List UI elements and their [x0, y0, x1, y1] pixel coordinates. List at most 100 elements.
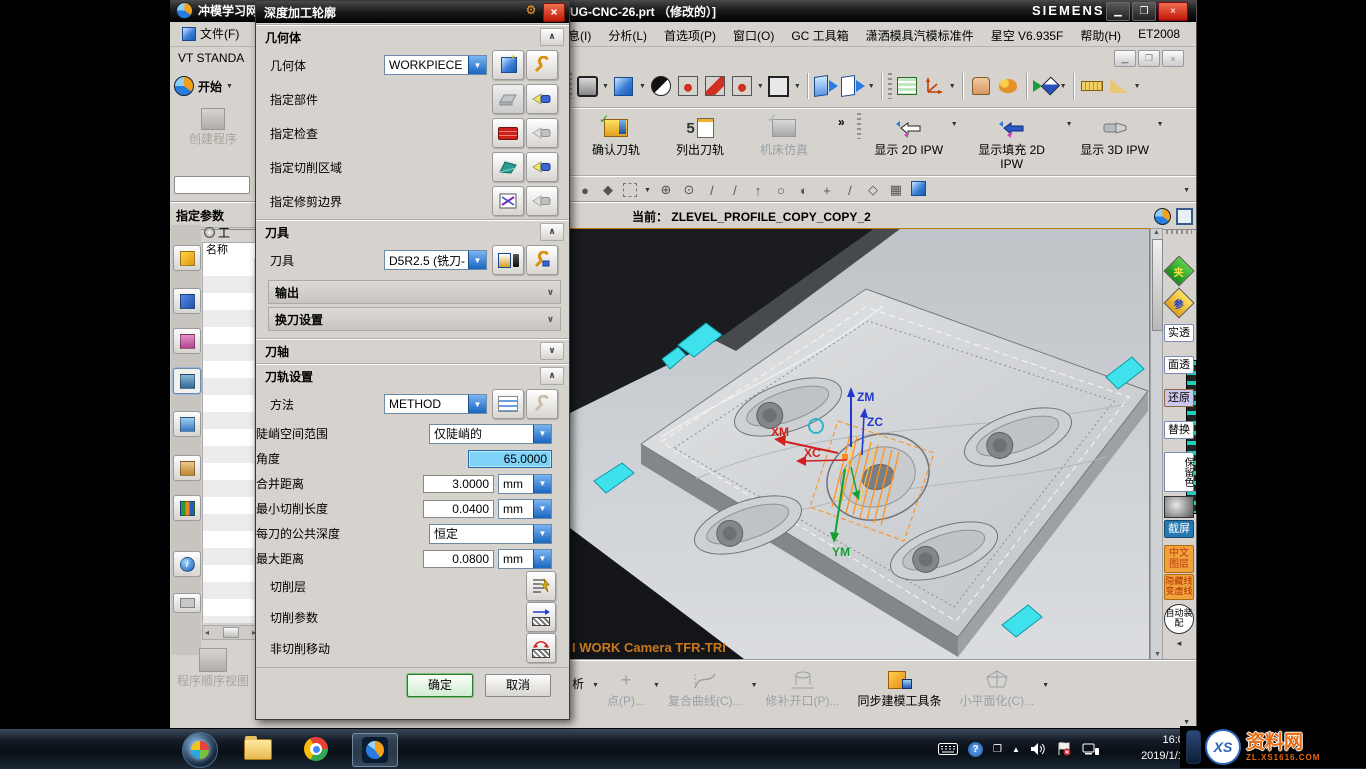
cut-params-button[interactable] [526, 602, 556, 632]
keyboard-language-icon[interactable] [938, 743, 958, 755]
move-object-icon[interactable] [969, 74, 993, 98]
edit-tool-wrench-button[interactable] [526, 245, 558, 275]
max-distance-unit-select[interactable]: mm▼ [498, 549, 552, 569]
dropdown-arrow-icon[interactable]: ▼ [1183, 187, 1190, 194]
display-mode-icon[interactable] [575, 74, 599, 98]
check-geometry-icon[interactable] [492, 118, 524, 148]
keep-color-button[interactable]: 保留色 [1164, 452, 1194, 492]
toolbar-grip[interactable] [888, 73, 892, 99]
solid-translucent-button[interactable]: 实透 [1164, 324, 1194, 342]
min-cut-unit-select[interactable]: mm▼ [498, 499, 552, 519]
dropdown-arrow-icon[interactable]: ▼ [751, 682, 758, 689]
hidden-edge-icon[interactable] [730, 74, 754, 98]
tool-axis-section-header[interactable]: 刀轴 ∨ [256, 339, 569, 362]
dropdown-arrow-icon[interactable]: ▼ [1157, 121, 1164, 128]
nx-status-icon[interactable] [1154, 208, 1171, 225]
collapse-icon[interactable]: ∧ [540, 28, 564, 46]
dialog-titlebar[interactable]: 深度加工轮廓 ⚙ × [256, 1, 569, 23]
reuse-library-icon[interactable] [173, 455, 201, 481]
output-subsection[interactable]: 输出 ∨ [268, 280, 561, 304]
dialog-settings-gear-icon[interactable]: ⚙ [521, 3, 541, 20]
clamp-tool-icon[interactable]: 夹 [1164, 260, 1194, 282]
dropdown-arrow-icon[interactable]: ▼ [1042, 682, 1049, 689]
quick-search-input[interactable] [174, 176, 250, 194]
merge-distance-field[interactable]: 3.0000 [423, 475, 494, 493]
help-tray-icon[interactable]: ? [968, 742, 983, 757]
cut-levels-button[interactable] [526, 571, 556, 601]
clip-section-icon[interactable] [814, 74, 838, 98]
window-tile-icon[interactable] [1176, 208, 1193, 225]
web-browser-icon[interactable]: i [173, 551, 201, 577]
operation-navigator-icon[interactable] [173, 368, 201, 394]
dropdown-arrow-icon[interactable]: ▼ [533, 475, 551, 493]
replace-button[interactable]: 替换 [1164, 421, 1194, 439]
network-icon[interactable] [1082, 742, 1100, 756]
layer-settings-icon[interactable] [895, 74, 919, 98]
max-distance-field[interactable]: 0.0800 [423, 550, 494, 568]
horizontal-scrollbar[interactable]: ◂ ▸ [202, 625, 259, 640]
cancel-button[interactable]: 取消 [485, 674, 551, 697]
dropdown-arrow-icon[interactable]: ▼ [468, 56, 486, 74]
sidebar-grip[interactable] [1164, 230, 1194, 234]
restore-tray-icon[interactable]: ❐ [993, 744, 1002, 755]
dropdown-arrow-icon[interactable]: ▼ [533, 525, 551, 543]
menu-preferences[interactable]: 首选项(P) [664, 27, 716, 44]
hidden-line-dashed-button[interactable]: 隐藏线变虚线 [1164, 574, 1194, 600]
expand-icon[interactable]: ∨ [547, 314, 554, 325]
geometry-select[interactable]: WORKPIECE ▼ [384, 55, 487, 75]
explorer-taskbar-button[interactable] [236, 733, 280, 765]
toolbar-grip[interactable] [857, 113, 861, 139]
expand-icon[interactable]: ∨ [547, 287, 554, 298]
history-palette-icon[interactable] [173, 593, 201, 613]
close-icon[interactable]: × [1158, 2, 1188, 21]
depth-per-cut-select[interactable]: 恒定 ▼ [429, 524, 552, 544]
nx-taskbar-button[interactable] [352, 733, 398, 767]
snap-point-icon[interactable]: ⊕ [658, 182, 674, 198]
child-minimize-icon[interactable]: ▁ [1114, 50, 1136, 67]
select-cut-area-flashlight-icon[interactable] [526, 152, 558, 182]
restore-icon[interactable]: ❐ [1132, 2, 1156, 21]
model-view[interactable]: ZM ZC XM XC YM I WORK Camera TFR-TRI [566, 229, 1149, 659]
collapse-arrow-icon[interactable]: ◂ [1164, 638, 1194, 649]
dropdown-arrow-icon[interactable]: ▼ [1060, 83, 1067, 90]
snap-intersection-icon[interactable]: + [819, 183, 835, 198]
snap-arc-icon[interactable]: ↑ [750, 183, 766, 198]
part-navigator-icon[interactable] [173, 328, 201, 354]
menu-help[interactable]: 帮助(H) [1080, 27, 1121, 44]
menu-window[interactable]: 窗口(O) [733, 27, 774, 44]
new-tool-button[interactable] [492, 245, 524, 275]
measure-distance-icon[interactable] [1080, 74, 1104, 98]
section-view-icon[interactable] [703, 74, 727, 98]
snap-face2-icon[interactable]: ◇ [865, 182, 881, 198]
snap-quadrant-icon[interactable]: ◐ [796, 183, 812, 198]
taskbar-clock[interactable]: 16:09 2019/1/16 [1108, 732, 1190, 764]
new-method-button[interactable] [492, 389, 524, 419]
menu-gc-toolbox[interactable]: GC 工具箱 [791, 27, 848, 44]
file-menu[interactable]: 文件(F) [182, 25, 239, 42]
path-settings-section-header[interactable]: 刀轨设置 ∧ [256, 364, 569, 387]
face-translucent-button[interactable]: 面透 [1164, 356, 1194, 374]
select-part-flashlight-icon[interactable] [526, 84, 558, 114]
trim-boundary-icon[interactable] [492, 186, 524, 216]
dropdown-arrow-icon[interactable]: ▼ [1134, 83, 1141, 90]
non-cut-moves-button[interactable] [526, 633, 556, 663]
snap-circle-icon[interactable]: ○ [773, 183, 789, 198]
min-cut-length-field[interactable]: 0.0400 [423, 500, 494, 518]
menu-xingkong[interactable]: 星空 V6.935F [991, 27, 1064, 44]
start-menu-button[interactable]: 开始 ▼ [174, 72, 250, 100]
scroll-left-icon[interactable]: ◂ [205, 628, 209, 637]
wireframe-icon[interactable] [676, 74, 700, 98]
dropdown-arrow-icon[interactable]: ▼ [868, 83, 875, 90]
child-restore-icon[interactable]: ❐ [1138, 50, 1160, 67]
grid-snap-icon[interactable]: ▦ [888, 182, 904, 198]
restore-display-button[interactable]: 还原 [1164, 389, 1194, 407]
collapse-icon[interactable]: ∧ [540, 367, 564, 385]
angle-field[interactable]: 65.0000 [468, 450, 552, 468]
collapse-icon[interactable]: ∧ [540, 223, 564, 241]
chinese-layer-button[interactable]: 中文图层 [1164, 545, 1194, 573]
name-column-header[interactable]: 名称 [202, 242, 257, 260]
select-rectangle-icon[interactable] [623, 183, 637, 197]
synchronous-modeling-button[interactable]: 同步建模工具条 [848, 664, 952, 710]
method-select[interactable]: METHOD ▼ [384, 394, 487, 414]
chrome-taskbar-button[interactable] [294, 733, 338, 765]
